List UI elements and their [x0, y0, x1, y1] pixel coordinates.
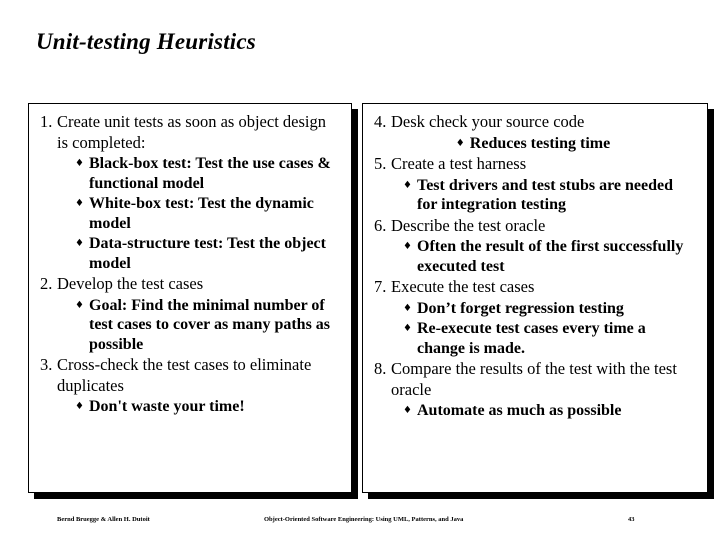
item-number: 8.: [374, 359, 387, 378]
numbered-item: 8. Compare the results of the test with t…: [369, 359, 701, 400]
footer-book-title: Object-Oriented Software Engineering: Us…: [264, 516, 464, 523]
sub-bullet-item: ♦ Re-execute test cases every time a chan…: [369, 319, 701, 358]
sub-bullet-item: ♦ Goal: Find the minimal number of test c…: [35, 296, 345, 355]
item-number: 3.: [40, 355, 53, 374]
left-content-box: 1. Create unit tests as soon as object de…: [28, 103, 352, 493]
item-text: Test drivers and test stubs are needed f…: [417, 176, 674, 214]
item-text: White-box test: Test the dynamic model: [89, 195, 314, 232]
footer-page-number: 43: [628, 516, 635, 523]
numbered-item: 4. Desk check your source code: [369, 112, 701, 133]
item-text: Data-structure test: Test the object mod…: [89, 235, 326, 272]
footer-authors: Bernd Bruegge & Allen H. Dutoit: [57, 516, 150, 523]
sub-bullet-item: ♦ Reduces testing time: [369, 134, 701, 154]
diamond-bullet-icon: ♦: [75, 158, 84, 169]
item-number: 4.: [374, 112, 387, 131]
slide: Unit-testing Heuristics 1. Create unit te…: [0, 0, 720, 540]
item-text: Describe the test oracle: [391, 215, 546, 235]
sub-bullet-item: ♦ Data-structure test: Test the object mo…: [35, 234, 345, 273]
diamond-bullet-icon: ♦: [403, 179, 412, 191]
numbered-item: 7. Execute the test cases: [369, 277, 701, 298]
item-text: Compare the results of the test with the…: [391, 359, 677, 399]
right-content-box: 4. Desk check your source code ♦ Reduces te…: [362, 103, 708, 493]
numbered-item: 5. Create a test harness: [369, 154, 701, 175]
diamond-bullet-icon: ♦: [75, 198, 84, 209]
item-text: Cross-check the test cases to eliminate …: [57, 355, 312, 395]
diamond-bullet-icon: ♦: [403, 323, 412, 334]
item-text: Black-box test: Test the use cases & fun…: [89, 155, 331, 192]
numbered-item: 6. Describe the test oracle: [369, 216, 701, 237]
item-text: Develop the test cases: [57, 274, 204, 293]
page-title: Unit-testing Heuristics: [36, 29, 256, 54]
sub-bullet-item: ♦ Often the result of the first successfu…: [369, 237, 701, 276]
sub-bullet-item: ♦ Black-box test: Test the use cases & fu…: [35, 154, 345, 193]
sub-bullet-item: ♦ Don’t forget regression testing: [369, 299, 701, 319]
item-number: 6.: [374, 215, 387, 235]
diamond-bullet-icon: ♦: [75, 299, 84, 311]
item-number: 1.: [40, 112, 53, 131]
sub-bullet-item: ♦ Don't waste your time!: [35, 397, 345, 417]
item-text: Re-execute test cases every time a chang…: [417, 320, 646, 357]
item-text: Don't waste your time!: [89, 398, 245, 415]
diamond-bullet-icon: ♦: [403, 405, 412, 416]
diamond-bullet-icon: ♦: [403, 302, 412, 314]
diamond-bullet-icon: ♦: [75, 401, 84, 412]
numbered-item: 1. Create unit tests as soon as object de…: [35, 112, 345, 153]
sub-bullet-item: ♦ White-box test: Test the dynamic model: [35, 194, 345, 233]
item-text: Reduces testing time: [469, 134, 611, 152]
item-text: Create unit tests as soon as object desi…: [57, 112, 326, 152]
sub-bullet-item: ♦ Automate as much as possible: [369, 401, 701, 421]
numbered-item: 2. Develop the test cases: [35, 274, 345, 295]
item-number: 5.: [374, 154, 387, 173]
item-text: Automate as much as possible: [417, 402, 622, 419]
diamond-bullet-icon: ♦: [75, 238, 84, 249]
numbered-item: 3. Cross-check the test cases to eliminat…: [35, 355, 345, 396]
left-list: 1. Create unit tests as soon as object de…: [29, 104, 351, 422]
right-list: 4. Desk check your source code ♦ Reduces te…: [363, 104, 707, 426]
item-text: Create a test harness: [391, 154, 527, 173]
item-text: Goal: Find the minimal number of test ca…: [89, 296, 331, 353]
item-text: Don’t forget regression testing: [417, 299, 624, 317]
sub-bullet-item: ♦ Test drivers and test stubs are needed …: [369, 176, 701, 215]
item-text: Often the result of the first successful…: [417, 238, 684, 275]
item-number: 2.: [40, 274, 53, 293]
item-text: Execute the test cases: [391, 277, 535, 296]
diamond-bullet-icon: ♦: [403, 241, 412, 252]
item-text: Desk check your source code: [391, 112, 585, 131]
item-number: 7.: [374, 277, 387, 296]
slide-footer: Bernd Bruegge & Allen H. Dutoit Object-O…: [0, 512, 720, 532]
diamond-bullet-icon: ♦: [455, 137, 465, 149]
